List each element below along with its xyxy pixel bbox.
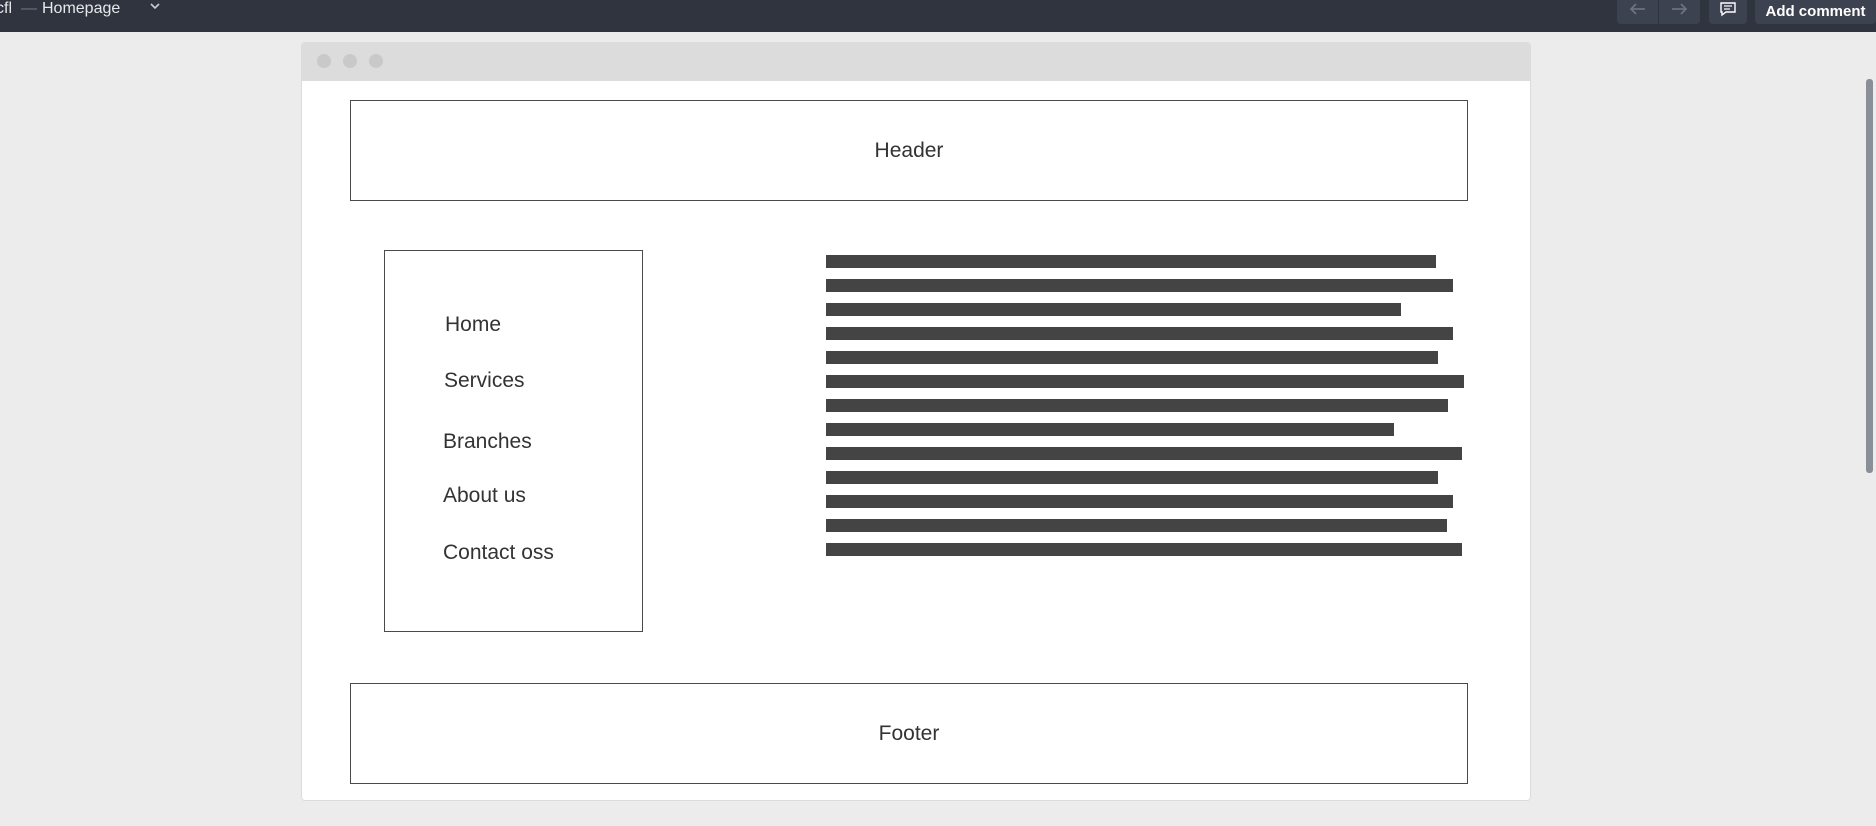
arrow-left-icon xyxy=(1629,3,1645,15)
page-navigation xyxy=(1617,0,1700,24)
header-label: Header xyxy=(874,138,944,162)
window-dot xyxy=(343,54,357,68)
nav-item-home[interactable]: Home xyxy=(445,313,501,337)
project-name[interactable]: cfl xyxy=(0,0,12,18)
breadcrumb-separator: — xyxy=(21,0,37,17)
text-line xyxy=(826,543,1462,556)
text-line xyxy=(826,519,1447,532)
previous-page-button[interactable] xyxy=(1617,0,1658,24)
text-line xyxy=(826,399,1448,412)
top-bar: cfl — Homepage Add comment xyxy=(0,0,1876,32)
page-name[interactable]: Homepage xyxy=(42,0,120,18)
nav-item-branches[interactable]: Branches xyxy=(443,430,532,454)
nav-item-services[interactable]: Services xyxy=(444,369,525,393)
next-page-button[interactable] xyxy=(1658,0,1699,24)
nav-item-about-us[interactable]: About us xyxy=(443,484,526,508)
text-line xyxy=(826,351,1438,364)
nav-item-contact[interactable]: Contact oss xyxy=(443,541,554,565)
footer-placeholder: Footer xyxy=(350,683,1468,784)
text-line xyxy=(826,303,1401,316)
navigation-menu: Home Services Branches About us Contact … xyxy=(384,250,643,632)
text-line xyxy=(826,423,1394,436)
text-line xyxy=(826,375,1464,388)
text-line xyxy=(826,447,1462,460)
comment-icon xyxy=(1720,2,1736,17)
window-dot xyxy=(317,54,331,68)
text-line xyxy=(826,255,1436,268)
comments-button[interactable] xyxy=(1709,0,1747,24)
window-dot xyxy=(369,54,383,68)
arrow-right-icon xyxy=(1672,3,1688,15)
add-comment-button[interactable]: Add comment xyxy=(1755,0,1876,24)
chevron-down-icon[interactable] xyxy=(148,2,162,12)
header-placeholder: Header xyxy=(350,100,1468,201)
text-line xyxy=(826,495,1453,508)
browser-title-bar xyxy=(302,43,1530,81)
text-line xyxy=(826,471,1438,484)
text-line xyxy=(826,327,1453,340)
scrollbar-thumb[interactable] xyxy=(1866,79,1873,473)
browser-frame: Header Home Services Branches About us C… xyxy=(301,42,1531,801)
footer-label: Footer xyxy=(878,721,940,745)
text-line xyxy=(826,279,1453,292)
